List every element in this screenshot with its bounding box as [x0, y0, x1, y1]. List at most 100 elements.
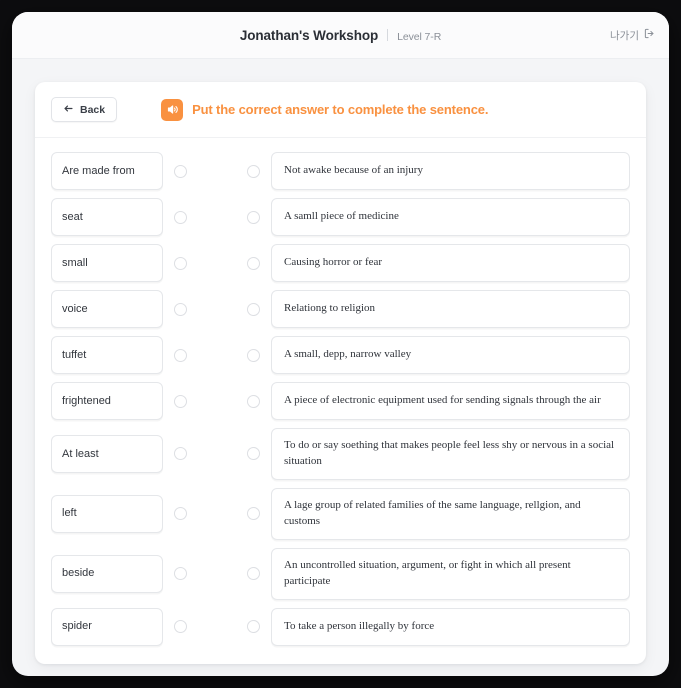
exit-button[interactable]: 나가기	[610, 26, 655, 44]
match-row: small Causing horror or fear	[51, 244, 630, 282]
definition-box[interactable]: A small, depp, narrow valley	[271, 336, 630, 374]
match-row: tuffet A small, depp, narrow valley	[51, 336, 630, 374]
definition-radio[interactable]	[247, 210, 260, 224]
term-cell: seat	[51, 198, 163, 236]
term-box[interactable]: seat	[51, 198, 163, 236]
definition-cell: A lage group of related families of the …	[271, 487, 630, 540]
speaker-icon[interactable]	[161, 98, 184, 121]
back-button-label: Back	[80, 103, 106, 116]
definition-cell: A piece of electronic equipment used for…	[271, 382, 630, 420]
term-text: seat	[62, 210, 83, 223]
term-box[interactable]: small	[51, 244, 163, 282]
definition-text: Causing horror or fear	[284, 256, 383, 269]
term-radio[interactable]	[174, 394, 187, 408]
left-radio-cell	[163, 290, 210, 328]
term-radio[interactable]	[174, 164, 187, 178]
right-radio-cell	[210, 488, 271, 540]
definition-text: Not awake because of an injury	[284, 164, 423, 177]
term-radio[interactable]	[174, 210, 187, 224]
term-cell: tuffet	[51, 336, 163, 374]
term-box[interactable]: spider	[51, 607, 163, 646]
definition-box[interactable]: A lage group of related families of the …	[271, 487, 630, 540]
right-radio-cell	[210, 152, 271, 190]
definition-box[interactable]: A piece of electronic equipment used for…	[271, 382, 630, 420]
left-radio-cell	[163, 382, 210, 420]
right-radio-cell	[210, 548, 271, 600]
match-row: voice Relationg to religion	[51, 290, 630, 328]
term-cell: beside	[51, 548, 163, 600]
definition-text: A samll piece of medicine	[284, 210, 399, 223]
term-radio[interactable]	[174, 256, 187, 270]
definition-box[interactable]: Not awake because of an injury	[271, 152, 630, 190]
term-radio[interactable]	[174, 507, 187, 521]
definition-box[interactable]: To do or say soething that makes people …	[271, 428, 630, 480]
exit-label: 나가기	[610, 29, 639, 42]
term-text: spider	[62, 620, 92, 633]
definition-box[interactable]: Causing horror or fear	[271, 244, 630, 282]
right-radio-cell	[210, 290, 271, 328]
right-radio-cell	[210, 428, 271, 480]
right-radio-cell	[210, 336, 271, 374]
definition-cell: Not awake because of an injury	[271, 152, 630, 190]
definition-text: Relationg to religion	[284, 302, 376, 315]
match-row: spider To take a person illegally by forc…	[51, 607, 630, 646]
term-text: voice	[62, 302, 88, 315]
term-cell: spider	[51, 607, 163, 646]
term-radio[interactable]	[174, 567, 187, 581]
term-box[interactable]: Are made from	[51, 152, 163, 190]
term-box[interactable]: tuffet	[51, 336, 163, 374]
term-radio[interactable]	[174, 447, 187, 461]
definition-text: An uncontrolled situation, argument, or …	[284, 558, 571, 587]
term-box[interactable]: At least	[51, 434, 163, 473]
definition-cell: Causing horror or fear	[271, 244, 630, 282]
instruction-text: Put the correct answer to complete the s…	[192, 102, 489, 117]
term-radio[interactable]	[174, 348, 187, 362]
definition-radio[interactable]	[247, 567, 260, 581]
term-cell: voice	[51, 290, 163, 328]
term-box[interactable]: frightened	[51, 382, 163, 420]
left-radio-cell	[163, 548, 210, 600]
term-radio[interactable]	[174, 302, 187, 316]
definition-cell: Relationg to religion	[271, 290, 630, 328]
definition-radio[interactable]	[247, 348, 260, 362]
left-radio-cell	[163, 608, 210, 646]
term-cell: Are made from	[51, 152, 163, 190]
definition-radio[interactable]	[247, 447, 260, 461]
term-text: At least	[62, 447, 99, 460]
definition-cell: To do or say soething that makes people …	[271, 428, 630, 480]
definition-box[interactable]: An uncontrolled situation, argument, or …	[271, 547, 630, 600]
definition-cell: A small, depp, narrow valley	[271, 336, 630, 374]
definition-box[interactable]: A samll piece of medicine	[271, 198, 630, 236]
match-row: At least To do or say soething that makes…	[51, 428, 630, 480]
left-radio-cell	[163, 152, 210, 190]
definition-box[interactable]: Relationg to religion	[271, 290, 630, 328]
term-text: frightened	[62, 394, 111, 407]
right-radio-cell	[210, 608, 271, 646]
definition-radio[interactable]	[247, 620, 260, 634]
definition-radio[interactable]	[247, 394, 260, 408]
term-radio[interactable]	[174, 620, 187, 634]
term-cell: small	[51, 244, 163, 282]
definition-box[interactable]: To take a person illegally by force	[271, 607, 630, 646]
term-box[interactable]: beside	[51, 554, 163, 593]
instruction-group: Put the correct answer to complete the s…	[161, 98, 489, 121]
left-radio-cell	[163, 198, 210, 236]
match-row: Are made from Not awake because of an inj…	[51, 152, 630, 190]
definition-radio[interactable]	[247, 507, 260, 521]
level-label: Level 7-R	[397, 30, 442, 43]
logout-icon	[644, 26, 655, 44]
left-radio-cell	[163, 488, 210, 540]
matching-list: Are made from Not awake because of an inj…	[35, 138, 646, 664]
back-button[interactable]: Back	[51, 97, 118, 122]
definition-radio[interactable]	[247, 256, 260, 270]
term-cell: At least	[51, 428, 163, 480]
term-box[interactable]: voice	[51, 290, 163, 328]
match-row: seat A samll piece of medicine	[51, 198, 630, 236]
definition-radio[interactable]	[247, 302, 260, 316]
definition-radio[interactable]	[247, 164, 260, 178]
right-radio-cell	[210, 244, 271, 282]
definition-text: To take a person illegally by force	[284, 619, 435, 632]
match-row: left A lage group of related families of …	[51, 487, 630, 540]
definition-text: A piece of electronic equipment used for…	[284, 394, 601, 407]
term-box[interactable]: left	[51, 494, 163, 533]
